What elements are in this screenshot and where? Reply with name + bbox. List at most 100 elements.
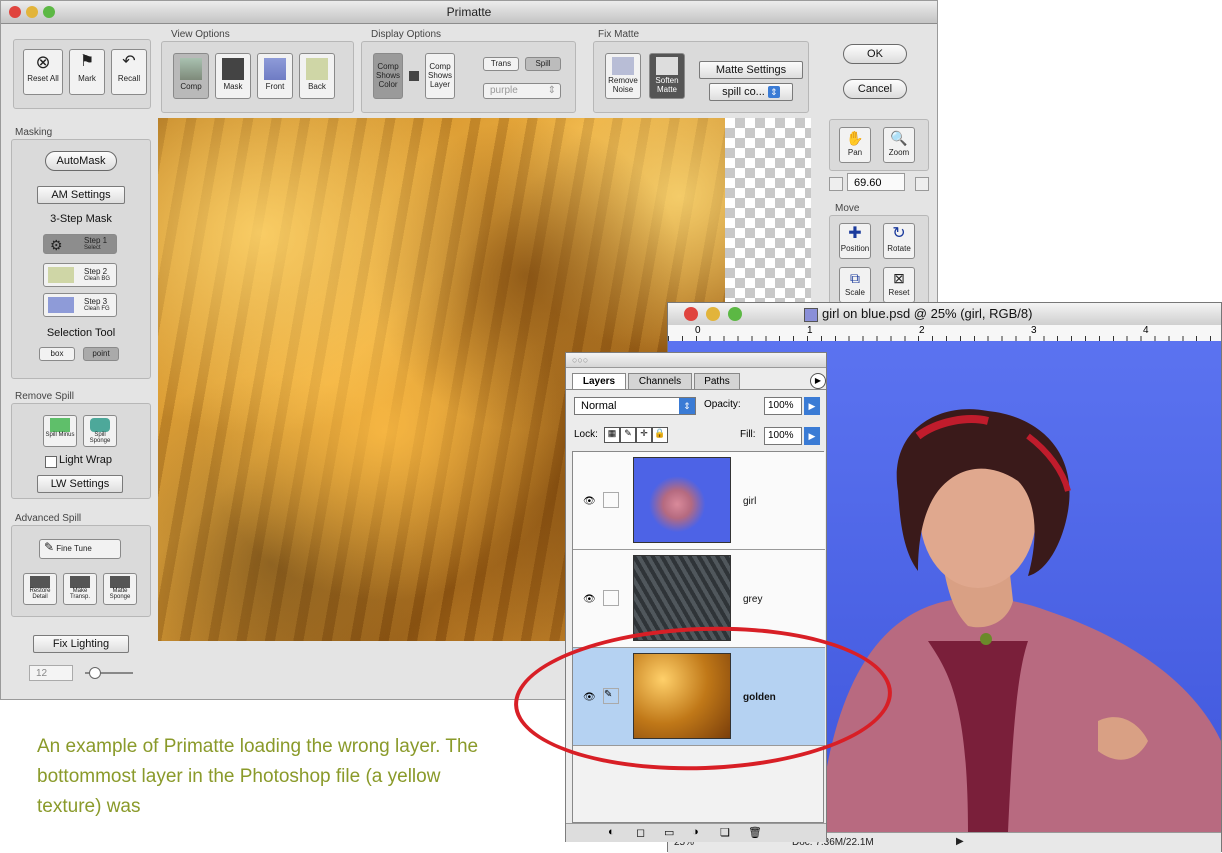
tab-channels[interactable]: Channels <box>628 373 692 389</box>
remove-noise-button[interactable]: Remove Noise <box>605 53 641 99</box>
trash-icon[interactable]: 🗑 <box>748 826 762 839</box>
front-thumb-icon <box>264 58 286 80</box>
ps-titlebar: girl on blue.psd @ 25% (girl, RGB/8) <box>668 303 1221 326</box>
recall-button[interactable]: ↶ Recall <box>111 49 147 95</box>
step2-title: Step 2 <box>84 267 108 276</box>
spill-minus-button[interactable]: Spill Minus <box>43 415 77 447</box>
link-toggle[interactable] <box>603 590 619 606</box>
zoom-tool-label: Zoom <box>888 148 910 157</box>
lock-all-icon[interactable]: 🔒 <box>652 427 668 443</box>
cancel-button[interactable]: Cancel <box>843 79 907 99</box>
remove-spill-label: Remove Spill <box>15 391 74 402</box>
fine-tune-button[interactable]: ✎ Fine Tune <box>39 539 121 559</box>
step2-button[interactable]: Step 2 Clean BG <box>43 263 117 287</box>
recall-label: Recall <box>117 74 141 83</box>
step1-title: Step 1 <box>84 236 108 245</box>
ruler-mark: 3 <box>1031 325 1037 336</box>
palette-menu-icon[interactable]: ▶ <box>810 373 826 389</box>
comp-shows-layer-button[interactable]: Comp Shows Layer <box>425 53 455 99</box>
make-transp-button[interactable]: Make Transp. <box>63 573 97 605</box>
opacity-field[interactable]: 100% <box>764 397 802 415</box>
lock-move-icon[interactable]: ✛ <box>636 427 652 443</box>
view-front-label: Front <box>265 82 285 91</box>
matte-mode-value: spill co... <box>722 86 765 98</box>
eye-icon[interactable]: 👁 <box>583 496 597 507</box>
link-toggle[interactable] <box>603 492 619 508</box>
spill-button[interactable]: Spill <box>525 57 561 71</box>
tab-paths[interactable]: Paths <box>694 373 740 389</box>
light-wrap-label: Light Wrap <box>59 454 112 466</box>
selection-tool-label: Selection Tool <box>46 327 116 339</box>
lw-settings-button[interactable]: LW Settings <box>37 475 123 493</box>
position-button[interactable]: ✚ Position <box>839 223 871 259</box>
eye-icon[interactable]: 👁 <box>583 594 597 605</box>
lighting-slider-knob[interactable] <box>89 667 101 679</box>
fill-field[interactable]: 100% <box>764 427 802 445</box>
lock-label: Lock: <box>574 429 598 440</box>
view-back-label: Back <box>308 82 326 91</box>
am-settings-button[interactable]: AM Settings <box>37 186 125 204</box>
reset-transform-button[interactable]: ⊠ Reset <box>883 267 915 303</box>
view-front-button[interactable]: Front <box>257 53 293 99</box>
window-title: Primatte <box>446 5 492 19</box>
layer-mask-icon[interactable]: ◻ <box>636 826 645 839</box>
new-group-icon[interactable]: ▭ <box>664 826 674 839</box>
lock-brush-icon[interactable]: ✎ <box>620 427 636 443</box>
fill-arrow-icon[interactable]: ▶ <box>804 427 820 445</box>
palette-window-controls-icon[interactable]: ○○○ <box>572 355 588 365</box>
zoom-increase-button[interactable] <box>915 177 929 191</box>
rotate-button[interactable]: ↻ Rotate <box>883 223 915 259</box>
comp-shows-color-button[interactable]: Comp Shows Color <box>373 53 403 99</box>
mark-button[interactable]: ⚑ Mark <box>69 49 105 95</box>
pan-label: Pan <box>847 148 863 157</box>
step3-button[interactable]: Step 3 Clean FG <box>43 293 117 317</box>
point-tool-button[interactable]: point <box>83 347 119 361</box>
blend-mode-select[interactable]: Normal ⇕ <box>574 397 696 415</box>
step1-button[interactable]: ⚙ Step 1 Select <box>43 234 117 254</box>
color-select[interactable]: purple ⇕ <box>483 83 561 99</box>
new-layer-icon[interactable]: ❏ <box>720 826 730 839</box>
layer-row[interactable]: 👁 girl <box>573 452 825 550</box>
toggle-indicator-icon <box>409 71 419 81</box>
pan-button[interactable]: ✋ Pan <box>839 127 871 163</box>
layer-style-icon[interactable]: ◐ <box>608 826 615 838</box>
zoom-value-field[interactable]: 69.60 <box>847 173 905 191</box>
wand-icon: ✎ <box>44 540 55 554</box>
spill-sponge-button[interactable]: Spill Sponge <box>83 415 117 447</box>
trans-button[interactable]: Trans <box>483 57 519 71</box>
ps-zoom-button[interactable] <box>728 307 742 321</box>
view-mask-button[interactable]: Mask <box>215 53 251 99</box>
lighting-value-field[interactable]: 12 <box>29 665 73 681</box>
view-back-button[interactable]: Back <box>299 53 335 99</box>
view-comp-button[interactable]: Comp <box>173 53 209 99</box>
automask-button[interactable]: AutoMask <box>45 151 117 171</box>
matte-mode-select[interactable]: spill co... ⇕ <box>709 83 793 101</box>
light-wrap-checkbox[interactable] <box>45 456 57 468</box>
ruler-mark: 2 <box>919 325 925 336</box>
ps-minimize-button[interactable] <box>706 307 720 321</box>
play-arrow-icon[interactable]: ▶ <box>956 836 964 847</box>
zoom-tool-button[interactable]: 🔍 Zoom <box>883 127 915 163</box>
restore-detail-button[interactable]: Restore Detail <box>23 573 57 605</box>
scale-button[interactable]: ⧉ Scale <box>839 267 871 303</box>
position-label: Position <box>840 244 870 253</box>
tab-layers[interactable]: Layers <box>572 373 626 389</box>
clean-fg-icon <box>48 297 74 313</box>
opacity-arrow-icon[interactable]: ▶ <box>804 397 820 415</box>
ruler-mark: 4 <box>1143 325 1149 336</box>
hand-icon: ✋ <box>846 130 864 146</box>
display-options-label: Display Options <box>371 29 442 40</box>
adjustment-layer-icon[interactable]: ◑ <box>692 826 699 838</box>
reset-all-button[interactable]: ⊗ Reset All <box>23 49 63 95</box>
ok-button[interactable]: OK <box>843 44 907 64</box>
make-transp-icon <box>70 576 90 588</box>
zoom-decrease-button[interactable] <box>829 177 843 191</box>
ps-close-button[interactable] <box>684 307 698 321</box>
matte-settings-button[interactable]: Matte Settings <box>699 61 803 79</box>
fix-lighting-button[interactable]: Fix Lighting <box>33 635 129 653</box>
layer-name: grey <box>743 594 763 605</box>
matte-sponge-button[interactable]: Matte Sponge <box>103 573 137 605</box>
lock-transparency-icon[interactable]: ▦ <box>604 427 620 443</box>
box-tool-button[interactable]: box <box>39 347 75 361</box>
soften-matte-button[interactable]: Soften Matte <box>649 53 685 99</box>
